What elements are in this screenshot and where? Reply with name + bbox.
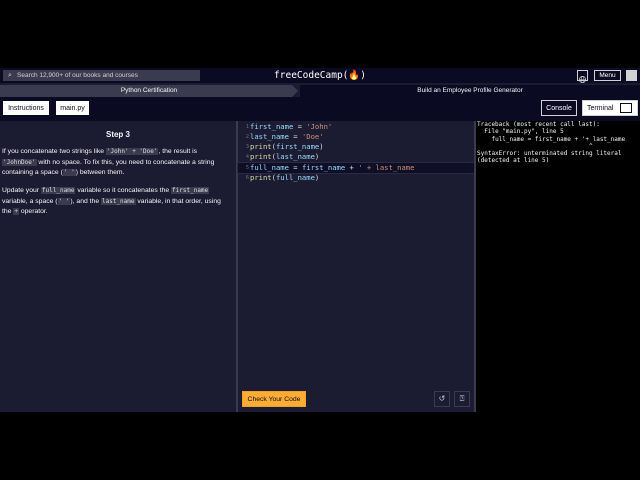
- breadcrumb-project[interactable]: Build an Employee Profile Generator: [300, 85, 640, 97]
- instructions-paragraph-2: Update your full_name variable so it con…: [2, 186, 232, 218]
- inline-code: 'JohnDoe': [2, 158, 37, 166]
- text: variable so it concatenates the: [75, 187, 172, 194]
- line-number: 6: [245, 175, 249, 181]
- text: operator.: [18, 208, 48, 216]
- inline-code: first_name: [171, 187, 210, 194]
- freecodecamp-logo[interactable]: freeCodeCamp(🔥): [260, 69, 380, 82]
- code-line-active[interactable]: 5 full_name = first_name + ' + last_name: [237, 162, 475, 174]
- text: ), and the: [70, 197, 101, 205]
- tab-console[interactable]: Console: [541, 100, 577, 116]
- line-number: 5: [245, 165, 249, 171]
- code-text: full_name = first_name + ' + last_name: [250, 163, 415, 172]
- search-bar[interactable]: ⌕ Search 12,900+ of our books and course…: [3, 70, 200, 81]
- line-number: 2: [245, 134, 249, 140]
- code-text: first_name = 'John': [250, 122, 333, 131]
- breadcrumb-course[interactable]: Python Certification: [0, 85, 298, 97]
- code-text: print(first_name): [250, 142, 324, 151]
- tab-main-py[interactable]: main.py: [55, 100, 90, 116]
- instructions-paragraph-1: If you concatenate two strings like 'Joh…: [2, 147, 232, 179]
- line-number: 3: [245, 144, 249, 150]
- code-text: print(last_name): [250, 152, 320, 161]
- search-icon: ⌕: [8, 71, 12, 79]
- reset-icon[interactable]: ↺: [434, 391, 450, 407]
- check-your-code-button[interactable]: Check Your Code: [242, 391, 306, 407]
- inline-code: ' ': [57, 197, 71, 205]
- code-line[interactable]: 1 first_name = 'John': [238, 122, 474, 132]
- code-editor[interactable]: 1 first_name = 'John' 2 last_name = 'Doe' …: [237, 121, 475, 412]
- text: , the result is: [158, 148, 198, 155]
- line-number: 1: [245, 124, 249, 130]
- code-text: print(full_name): [250, 173, 320, 182]
- app-frame: ⌕ Search 12,900+ of our books and course…: [0, 68, 640, 412]
- step-title: Step 3: [105, 130, 130, 139]
- language-globe-icon[interactable]: [577, 70, 588, 84]
- text: If you concatenate two strings like: [2, 148, 106, 155]
- inline-code: last_name: [101, 197, 136, 205]
- menu-button[interactable]: Menu: [594, 70, 621, 81]
- inline-code: 'John' + 'Doe': [105, 148, 159, 155]
- code-line[interactable]: 4 print(last_name): [238, 152, 474, 162]
- breadcrumb: Python Certification Build an Employee P…: [0, 85, 640, 97]
- console-pane[interactable]: Traceback (most recent call last): File …: [476, 121, 640, 412]
- editor-toolbar: Instructions main.py Console Terminal: [0, 97, 640, 121]
- code-line[interactable]: 2 last_name = 'Doe': [238, 132, 474, 142]
- text: ) between them.: [75, 169, 125, 177]
- inline-code: full_name: [40, 187, 76, 194]
- terminal-icon: [620, 103, 632, 113]
- text: Update your: [2, 187, 41, 194]
- help-forum-icon[interactable]: ⍰: [454, 391, 470, 407]
- search-input[interactable]: Search 12,900+ of our books and courses: [17, 72, 138, 79]
- top-nav: ⌕ Search 12,900+ of our books and course…: [0, 68, 640, 84]
- code-line[interactable]: 3 print(first_name): [238, 142, 474, 152]
- code-line[interactable]: 6 print(full_name): [238, 173, 474, 183]
- line-number: 4: [245, 154, 249, 160]
- inline-code: ' ': [62, 169, 76, 177]
- instructions-pane: Step 3 If you concatenate two strings li…: [0, 121, 236, 412]
- text: variable, a space (: [2, 197, 58, 205]
- user-avatar-icon[interactable]: [626, 70, 637, 81]
- console-output: Traceback (most recent call last): File …: [477, 121, 626, 165]
- code-text: last_name = 'Doe': [250, 132, 324, 141]
- tab-instructions[interactable]: Instructions: [2, 100, 50, 116]
- tab-terminal-label: Terminal: [587, 105, 614, 112]
